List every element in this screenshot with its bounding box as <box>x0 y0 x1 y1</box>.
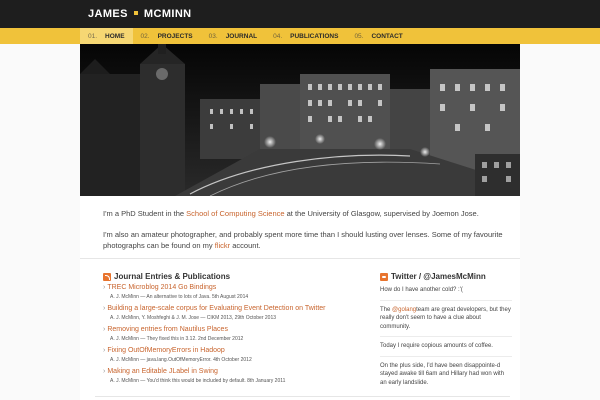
nav-item-number: 03. <box>208 32 218 40</box>
tweet-divider <box>380 299 512 301</box>
entry-link[interactable]: › Building a large-scale corpus for Evalu… <box>103 304 368 314</box>
nav-item-number: 04. <box>273 32 283 40</box>
entry-meta: A. J. McMinn, Y. Moshfeghi & J. M. Jose … <box>110 315 277 321</box>
entry-meta: A. J. McMinn — You'd think this would be… <box>110 378 286 384</box>
nav-item-label: PUBLICATIONS <box>290 32 339 40</box>
tweet-divider <box>380 336 512 337</box>
arrow-right-icon: › <box>103 347 106 354</box>
arrow-right-icon: › <box>103 368 106 375</box>
nav-item-label: CONTACT <box>371 32 403 40</box>
arrow-right-icon: › <box>103 284 106 291</box>
nav-item-projects[interactable]: 02. PROJECTS <box>133 28 201 44</box>
twitter-title: Twitter / @JamesMcMinn <box>380 272 512 281</box>
nav-item-label: PROJECTS <box>157 32 193 40</box>
nav-item-contact[interactable]: 05. CONTACT <box>346 28 410 44</box>
nav-item-home[interactable]: 01. HOME <box>80 28 133 44</box>
school-link[interactable]: School of Computing Science <box>186 209 284 218</box>
list-item: › Removing entries from Nautilus Places A… <box>103 325 368 344</box>
intro-paragraph-1: I'm a PhD Student in the School of Compu… <box>103 209 479 218</box>
site-brand[interactable]: JAMES MCMINN <box>88 8 192 20</box>
entry-meta: A. J. McMinn — An alternative to lots of… <box>110 294 249 300</box>
entry-link[interactable]: › Making an Editable JLabel in Swing <box>103 367 368 377</box>
nav-item-publications[interactable]: 04. PUBLICATIONS <box>265 28 346 44</box>
journal-title: Journal Entries & Publications <box>103 272 368 281</box>
brand-last-name: MCMINN <box>143 8 192 20</box>
intro-text: I'm a PhD Student in the School of Compu… <box>103 208 503 261</box>
entry-meta: A. J. McMinn — They fixed this in 3.12. … <box>110 336 244 342</box>
entry-link[interactable]: › Removing entries from Nautilus Places <box>103 325 368 335</box>
journal-section: Journal Entries & Publications › TREC Mic… <box>103 272 368 386</box>
entry-meta: A. J. McMinn — java.lang.OutOfMemoryErro… <box>110 357 252 363</box>
list-item: › Making an Editable JLabel in Swing A. J… <box>103 367 368 386</box>
site-header: JAMES MCMINN <box>0 0 600 28</box>
nav-item-number: 05. <box>354 32 364 40</box>
brand-separator-dot <box>133 11 138 16</box>
list-item: › Building a large-scale corpus for Evalu… <box>103 304 368 323</box>
nav-item-journal[interactable]: 03. JOURNAL <box>201 28 265 44</box>
section-divider <box>80 258 520 259</box>
twitter-icon[interactable] <box>380 272 388 281</box>
brand-first-name: JAMES <box>88 8 128 20</box>
tweet: Today I require copious amounts of coffe… <box>380 343 493 349</box>
tweet: The @golangteam are great developers, bu… <box>380 306 511 330</box>
hero-photo-illustration <box>80 44 520 196</box>
entry-link[interactable]: › TREC Microblog 2014 Go Bindings <box>103 283 368 293</box>
list-item: › Fixing OutOfMemoryErrors in Hadoop A. J… <box>103 346 368 365</box>
nav-item-number: 01. <box>88 32 98 40</box>
footer-divider <box>95 396 510 397</box>
main-nav: 01. HOME 02. PROJECTS 03. JOURNAL 04. PU… <box>0 28 600 44</box>
list-item: › TREC Microblog 2014 Go Bindings A. J. M… <box>103 283 368 302</box>
rss-icon[interactable] <box>103 272 111 281</box>
hero-photo-amsterdam-night <box>80 44 520 196</box>
nav-items: 01. HOME 02. PROJECTS 03. JOURNAL 04. PU… <box>80 28 411 44</box>
nav-item-number: 02. <box>140 32 150 40</box>
entry-link[interactable]: › Fixing OutOfMemoryErrors in Hadoop <box>103 346 368 356</box>
nav-item-label: JOURNAL <box>225 32 258 40</box>
nav-item-label: HOME <box>105 32 125 40</box>
tweet-divider <box>380 355 512 357</box>
tweet: On the plus side, I'd have been disappoi… <box>380 362 505 386</box>
twitter-section: Twitter / @JamesMcMinn How do I have ano… <box>380 272 512 387</box>
tweet: How do I have another cold? :'( <box>380 287 463 293</box>
arrow-right-icon: › <box>103 305 106 312</box>
golang-mention-link[interactable]: @golang <box>392 307 416 313</box>
intro-paragraph-2: I'm also an amateur photographer, and pr… <box>103 230 503 250</box>
flickr-link[interactable]: flickr <box>215 241 230 250</box>
arrow-right-icon: › <box>103 326 106 333</box>
